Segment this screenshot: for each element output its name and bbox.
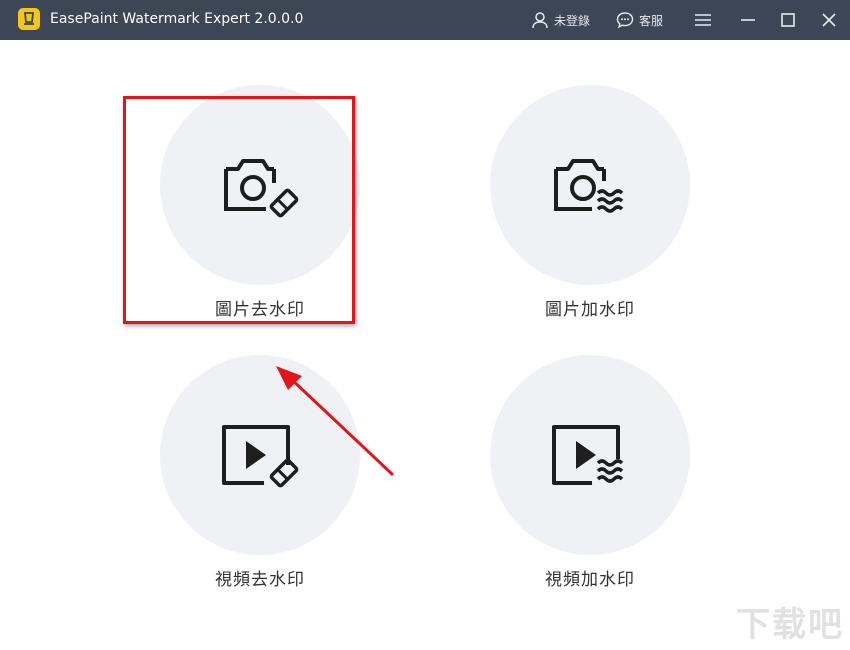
annotation-arrow-icon — [276, 366, 394, 476]
corner-watermark: 下载吧 — [736, 605, 844, 645]
